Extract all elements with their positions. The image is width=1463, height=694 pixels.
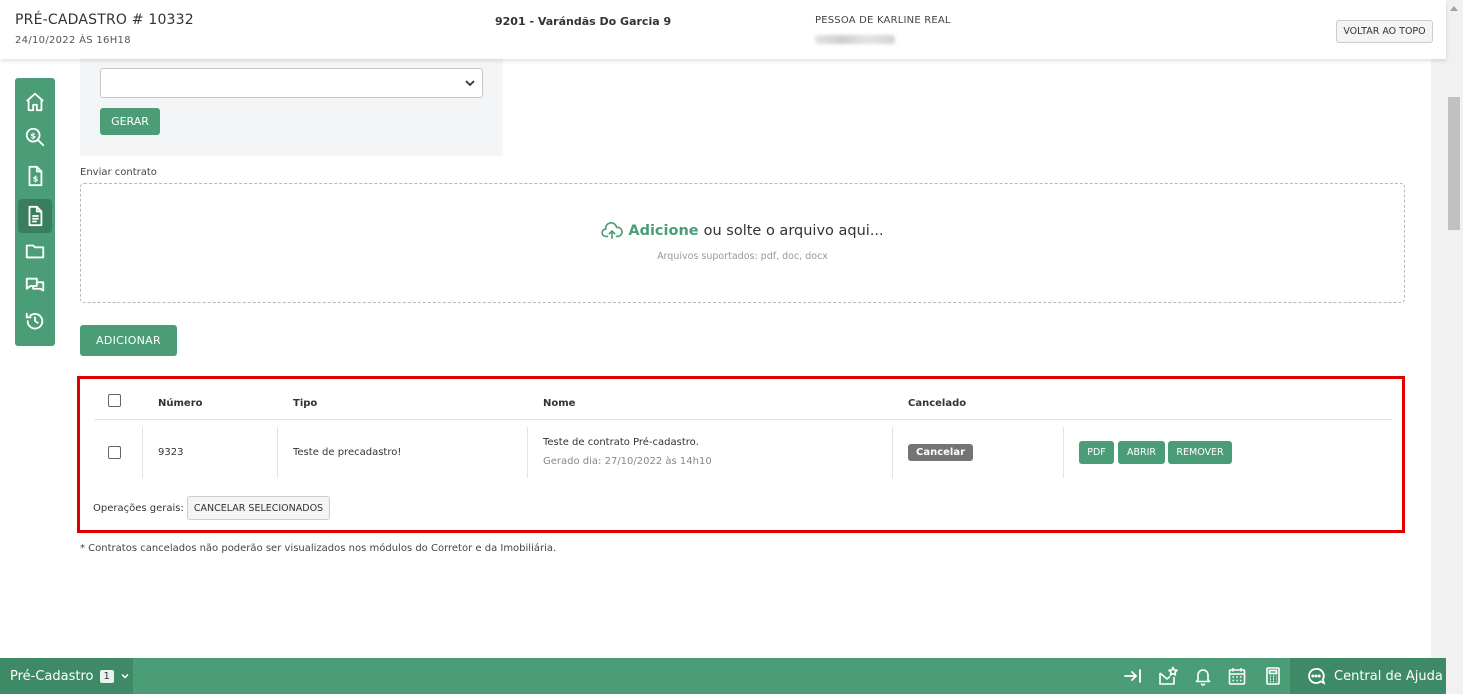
- col-header-nome: Nome: [543, 398, 576, 409]
- col-divider: [277, 427, 278, 478]
- search-dollar-icon: $: [25, 127, 45, 147]
- col-header-numero: Número: [158, 398, 203, 409]
- select-all-checkbox[interactable]: [108, 394, 121, 407]
- home-icon: [26, 92, 44, 112]
- dropzone-text: ou solte o arquivo aqui...: [703, 223, 884, 239]
- generate-contract-select[interactable]: [100, 68, 483, 98]
- cell-numero: 9323: [158, 447, 184, 458]
- invoice-dollar-icon: $: [28, 165, 43, 187]
- col-divider: [1063, 427, 1064, 478]
- remove-button[interactable]: REMOVER: [1168, 441, 1232, 464]
- col-header-tipo: Tipo: [293, 398, 318, 409]
- mail-star-icon[interactable]: [1158, 666, 1178, 686]
- page-title: PRÉ-CADASTRO # 10332: [15, 12, 194, 28]
- sidebar-item-chat[interactable]: [18, 269, 52, 303]
- svg-text:$: $: [33, 174, 39, 184]
- generate-contract-panel: Gerar contrato GERAR: [80, 51, 503, 156]
- document-icon: [28, 205, 43, 227]
- cell-tipo: Teste de precadastro!: [293, 447, 402, 458]
- folder-icon: [25, 244, 45, 259]
- add-file-link[interactable]: Adicione: [628, 223, 698, 239]
- sidebar-item-home[interactable]: [18, 85, 52, 119]
- row-checkbox[interactable]: [108, 446, 121, 459]
- bottom-bar: Pré-Cadastro 1 Central de Ajuda: [0, 658, 1446, 694]
- sidebar-item-contracts[interactable]: [18, 199, 52, 233]
- cancel-contract-button[interactable]: Cancelar: [908, 444, 973, 461]
- file-dropzone[interactable]: Adicione ou solte o arquivo aqui... Arqu…: [80, 183, 1405, 303]
- enterprise-name: 9201 - Varándãs Do Garcia 9: [495, 15, 672, 28]
- sidebar-item-invoice[interactable]: $: [18, 159, 52, 193]
- sidebar-item-history[interactable]: [18, 304, 52, 338]
- chat-icon: [25, 277, 45, 292]
- supported-files-text: Arquivos suportados: pdf, doc, docx: [657, 251, 828, 262]
- page-date: 24/10/2022 ÀS 16H18: [15, 35, 131, 46]
- generate-button[interactable]: GERAR: [100, 108, 160, 135]
- help-center-label: Central de Ajuda: [1334, 668, 1443, 684]
- chevron-down-icon: [121, 673, 129, 679]
- chevron-down-icon: [465, 80, 475, 87]
- cancelled-contracts-note: * Contratos cancelados não poderão ser v…: [80, 543, 557, 554]
- chat-bubble-icon: [1308, 668, 1326, 685]
- contracts-table: Número Tipo Nome Cancelado 9323 Teste de…: [77, 376, 1405, 533]
- scrollbar-thumb[interactable]: [1448, 97, 1460, 230]
- cloud-upload-icon: [601, 222, 624, 240]
- col-divider: [527, 427, 528, 478]
- calculator-icon[interactable]: [1263, 666, 1283, 686]
- calendar-icon[interactable]: [1227, 666, 1247, 686]
- header-divider: [94, 419, 1392, 420]
- page-header: PRÉ-CADASTRO # 10332 24/10/2022 ÀS 16H18…: [0, 0, 1446, 59]
- blurred-document-number: [815, 35, 895, 44]
- general-operations-label: Operações gerais:: [93, 503, 184, 514]
- col-header-cancelado: Cancelado: [908, 398, 967, 409]
- bottom-tab-count: 1: [99, 669, 114, 683]
- cell-generated-date: Gerado dia: 27/10/2022 às 14h10: [543, 456, 712, 467]
- cancel-selected-button[interactable]: CANCELAR SELECIONADOS: [187, 496, 330, 520]
- arrow-to-right-icon[interactable]: [1123, 666, 1143, 686]
- bottom-tab-label: Pré-Cadastro: [10, 668, 94, 684]
- col-divider: [892, 427, 893, 478]
- scroll-up-arrow-icon[interactable]: [1450, 6, 1458, 11]
- dropzone-prompt: Adicione ou solte o arquivo aqui...: [81, 222, 1404, 240]
- help-center-button[interactable]: Central de Ajuda: [1290, 658, 1446, 694]
- open-button[interactable]: ABRIR: [1118, 441, 1165, 464]
- history-icon: [25, 312, 44, 330]
- send-contract-label: Enviar contrato: [80, 167, 157, 178]
- cell-nome: Teste de contrato Pré-cadastro.: [543, 437, 699, 448]
- col-divider: [142, 427, 143, 478]
- sidebar-item-files[interactable]: [18, 234, 52, 268]
- add-contract-button[interactable]: ADICIONAR: [80, 325, 177, 356]
- side-nav: $ $: [15, 78, 55, 346]
- main-content: $ $ Gerar contrato GERAR Enviar contrato…: [0, 0, 1431, 658]
- person-name: PESSOA DE KARLINE REAL: [815, 15, 951, 26]
- back-to-top-button[interactable]: VOLTAR AO TOPO: [1336, 20, 1433, 43]
- svg-text:$: $: [30, 130, 36, 140]
- pdf-button[interactable]: PDF: [1079, 441, 1114, 464]
- sidebar-item-search[interactable]: $: [18, 120, 52, 154]
- bell-icon[interactable]: [1193, 666, 1213, 686]
- bottom-tab-pre-cadastro[interactable]: Pré-Cadastro 1: [0, 658, 133, 694]
